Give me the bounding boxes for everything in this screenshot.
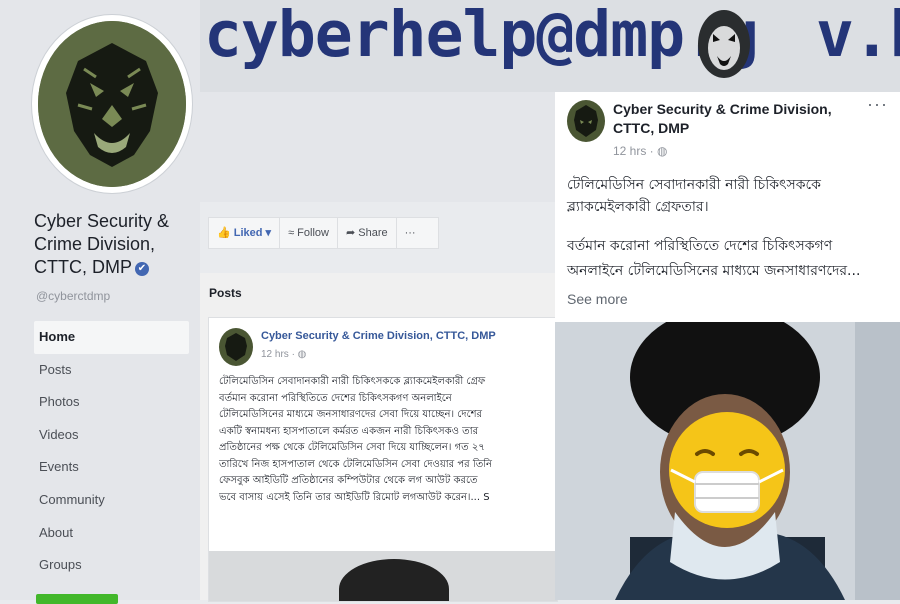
see-more-link[interactable]: See more	[567, 291, 628, 307]
masked-person-photo	[555, 322, 900, 600]
featured-post-photo[interactable]	[555, 322, 900, 600]
post-body: টেলিমেডিসিন সেবাদানকারী নারী চিকিৎসককে ব…	[219, 376, 493, 503]
posts-section: Posts Cyber Security & Crime Division, C…	[200, 273, 558, 602]
follow-label: Follow	[297, 227, 329, 239]
like-icon: 👍	[217, 227, 234, 239]
featured-post-author[interactable]: Cyber Security & Crime Division, CTTC, D…	[613, 100, 853, 138]
liked-button[interactable]: 👍 Liked ▾	[209, 218, 281, 248]
nav-item-events[interactable]: Events	[34, 451, 189, 484]
more-options-button[interactable]: ···	[397, 218, 424, 248]
page-handle: @cyberctdmp	[36, 289, 111, 303]
follow-button[interactable]: ≈ Follow	[280, 218, 338, 248]
cover-area	[200, 92, 555, 202]
posts-heading: Posts	[209, 286, 242, 300]
nav-item-home[interactable]: Home	[34, 321, 189, 354]
featured-post-avatar[interactable]	[567, 100, 605, 142]
banner-email-end: v.bd	[815, 0, 900, 71]
featured-post-body: বর্তমান করোনা পরিস্থিতিতে দেশের চিকিৎসকগ…	[567, 238, 861, 279]
nav-item-posts[interactable]: Posts	[34, 354, 189, 387]
featured-post-timestamp: 12 hrs · ◍	[613, 144, 668, 158]
featured-post-headline: টেলিমেডিসিন সেবাদানকারী নারী চিকিৎসককে ব…	[567, 177, 821, 215]
tiger-logo-icon	[574, 105, 598, 137]
share-icon: ➦	[345, 227, 359, 239]
banner-email-start: cyberhelp@dmp.g	[204, 0, 759, 71]
post-card: Cyber Security & Crime Division, CTTC, D…	[208, 317, 558, 602]
tiger-logo-icon	[225, 333, 247, 361]
post-timestamp: 12 hrs · ◍	[261, 349, 307, 360]
banner-email: cyberhelp@dmp.g v.bd	[204, 0, 900, 71]
share-button[interactable]: ➦ Share	[338, 218, 397, 248]
nav-item-about[interactable]: About	[34, 517, 189, 550]
nav-item-community[interactable]: Community	[34, 484, 189, 517]
tiger-face-icon	[698, 10, 750, 78]
tiger-logo-icon	[38, 21, 186, 187]
post-author[interactable]: Cyber Security & Crime Division, CTTC, D…	[261, 330, 496, 342]
page-sidebar: Cyber Security & Crime Division, CTTC, D…	[0, 0, 200, 604]
featured-post-card: Cyber Security & Crime Division, CTTC, D…	[555, 92, 900, 600]
page-nav: Home Posts Photos Videos Events Communit…	[34, 321, 189, 582]
profile-picture[interactable]	[38, 21, 186, 187]
post-photo[interactable]	[209, 551, 557, 601]
rss-icon: ≈	[288, 227, 298, 239]
share-label: Share	[358, 227, 388, 239]
email-banner: cyberhelp@dmp.g v.bd	[200, 0, 900, 92]
verified-badge-icon: ✔	[135, 262, 149, 276]
nav-item-groups[interactable]: Groups	[34, 549, 189, 582]
create-page-button[interactable]	[36, 594, 118, 604]
page-action-bar: 👍 Liked ▾ ≈ Follow ➦ Share ···	[208, 217, 439, 249]
post-options-icon[interactable]: ···	[867, 94, 888, 115]
post-avatar[interactable]	[219, 328, 253, 366]
page-name: Cyber Security & Crime Division, CTTC, D…	[34, 210, 194, 279]
nav-item-photos[interactable]: Photos	[34, 386, 189, 419]
liked-label: Liked ▾	[233, 227, 272, 239]
nav-item-videos[interactable]: Videos	[34, 419, 189, 452]
